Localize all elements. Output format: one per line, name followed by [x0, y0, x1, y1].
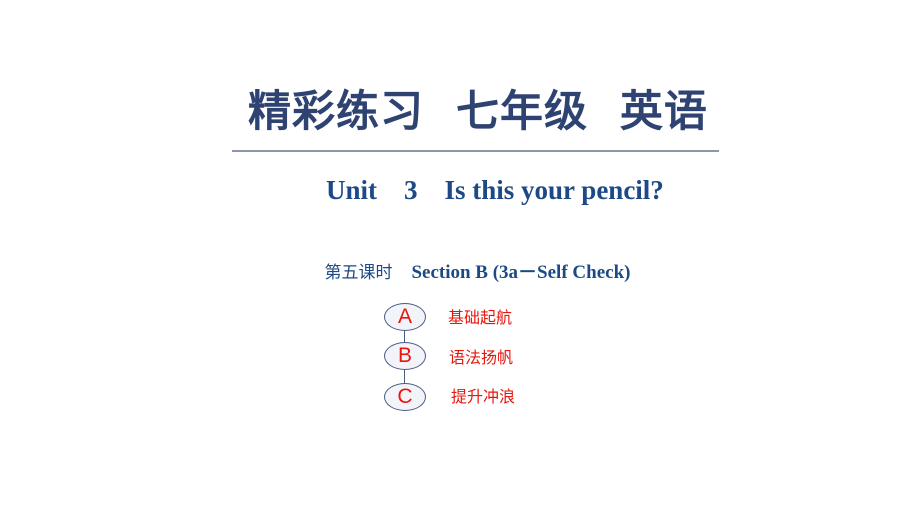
connector-line — [404, 331, 405, 342]
unit-title: Unit 3 Is this your pencil? — [326, 175, 664, 205]
section-c-badge[interactable]: C — [384, 383, 426, 411]
section-b-link[interactable]: 语法扬帆 — [449, 347, 513, 369]
title-divider — [232, 150, 719, 152]
section-c-letter: C — [397, 385, 413, 408]
section-a-link[interactable]: 基础起航 — [448, 307, 512, 329]
section-label: Section B (3a－Self Check) — [392, 262, 631, 283]
section-b-badge[interactable]: B — [384, 342, 426, 370]
section-a-letter: A — [397, 305, 412, 328]
period-label: 第五课时 — [324, 263, 393, 283]
connector-line — [404, 370, 405, 383]
main-title: 精彩练习 七年级 英语 — [248, 87, 708, 137]
section-subtitle: 第五课时 Section B (3a－Self Check) — [313, 234, 630, 286]
section-b-letter: B — [397, 344, 412, 367]
section-a-badge[interactable]: A — [384, 303, 426, 331]
section-c-link[interactable]: 提升冲浪 — [451, 386, 515, 408]
